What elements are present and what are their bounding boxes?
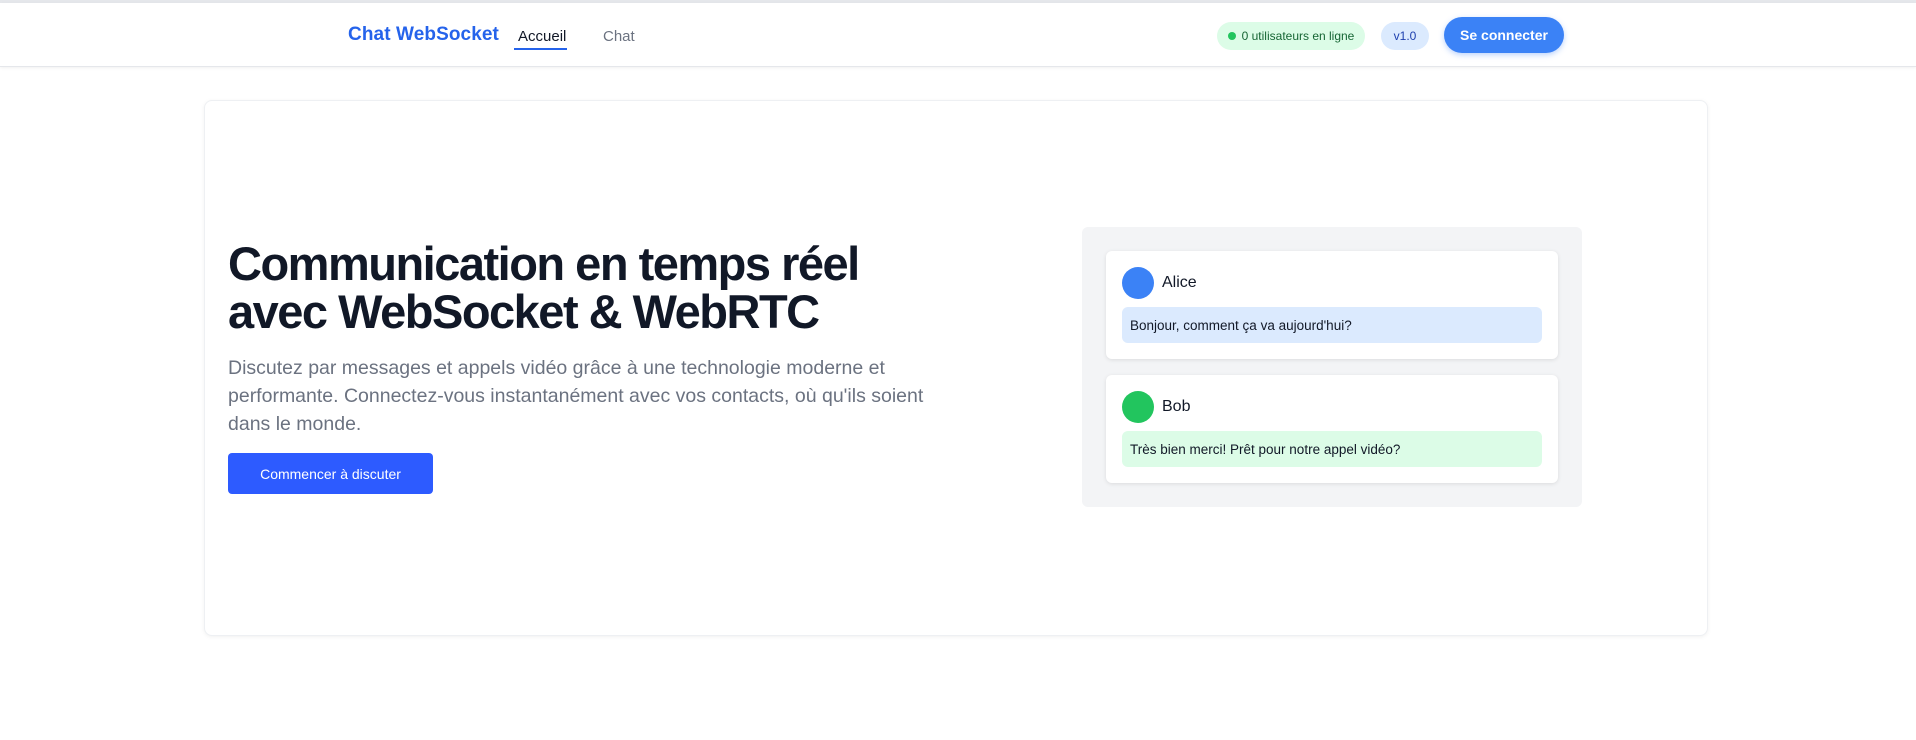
message-author: Bob — [1162, 398, 1191, 415]
login-button[interactable]: Se connecter — [1444, 17, 1564, 53]
hero-title: Communication en temps réel avec WebSock… — [228, 240, 948, 336]
brand-logo[interactable]: Chat WebSocket — [348, 24, 499, 46]
avatar — [1122, 391, 1154, 423]
message-author: Alice — [1162, 274, 1197, 291]
navbar: Chat WebSocket Accueil Chat 0 utilisateu… — [0, 3, 1916, 67]
nav-link-accueil[interactable]: Accueil — [518, 28, 566, 45]
chat-preview: Alice Bonjour, comment ça va aujourd'hui… — [1082, 227, 1582, 507]
nav-active-indicator — [514, 48, 567, 50]
avatar — [1122, 267, 1154, 299]
message-bubble: Très bien merci! Prêt pour notre appel v… — [1122, 431, 1542, 467]
chat-message-card: Bob Très bien merci! Prêt pour notre app… — [1106, 375, 1558, 483]
online-users-badge: 0 utilisateurs en ligne — [1217, 22, 1365, 50]
hero-subtitle: Discutez par messages et appels vidéo gr… — [228, 357, 924, 435]
online-users-label: 0 utilisateurs en ligne — [1241, 29, 1355, 43]
message-bubble: Bonjour, comment ça va aujourd'hui? — [1122, 307, 1542, 343]
online-status-dot-icon — [1227, 32, 1236, 40]
hero-title-line-2: avec WebSocket & WebRTC — [228, 285, 820, 338]
chat-message-card: Alice Bonjour, comment ça va aujourd'hui… — [1106, 251, 1558, 359]
start-chat-button[interactable]: Commencer à discuter — [228, 453, 433, 494]
hero-title-line-1: Communication en temps réel — [228, 237, 860, 290]
version-badge: v1.0 — [1381, 22, 1429, 50]
nav-link-chat[interactable]: Chat — [603, 28, 635, 45]
